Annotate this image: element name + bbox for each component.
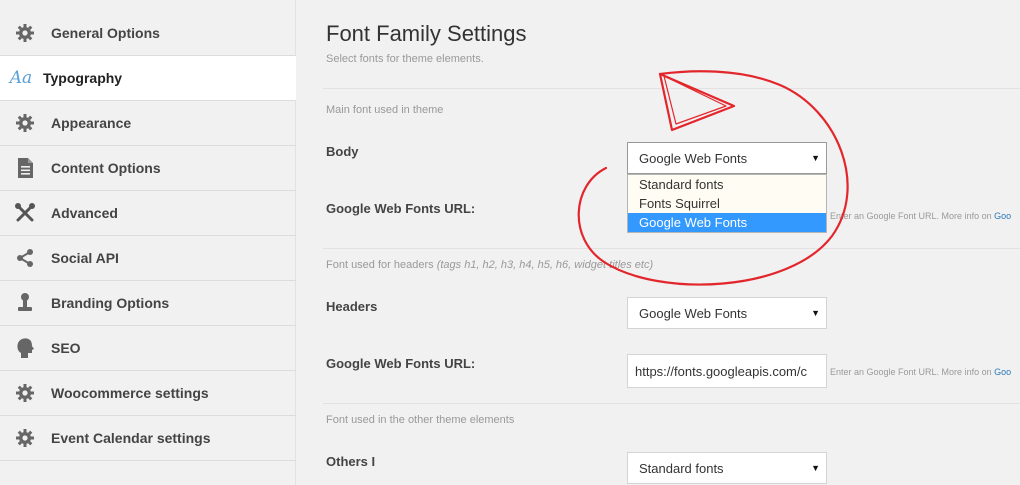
settings-sidebar: General Options Aa Typography Appearance…: [0, 0, 296, 485]
section-label-headers-font: Font used for headers (tags h1, h2, h3, …: [326, 259, 653, 271]
select-value: Google Web Fonts: [639, 150, 748, 166]
typography-aa-icon: Aa: [9, 68, 33, 88]
select-value: Standard fonts: [639, 460, 724, 476]
sidebar-item-event-calendar-settings[interactable]: Event Calendar settings: [0, 416, 296, 461]
body-google-url-label: Google Web Fonts URL:: [326, 201, 476, 216]
sidebar-item-social-api[interactable]: Social API: [0, 236, 296, 281]
dropdown-arrow-icon: ▼: [811, 463, 820, 473]
page-subtitle: Select fonts for theme elements.: [326, 53, 484, 65]
select-value: Google Web Fonts: [639, 305, 748, 321]
sidebar-item-label: Woocommerce settings: [51, 385, 209, 401]
sidebar-item-label: Advanced: [51, 205, 118, 221]
share-icon: [13, 246, 37, 270]
sidebar-item-branding-options[interactable]: Branding Options: [0, 281, 296, 326]
sidebar-item-label: Social API: [51, 250, 119, 266]
dropdown-arrow-icon: ▼: [811, 153, 820, 163]
gear-icon: [13, 21, 37, 45]
divider: [323, 88, 1020, 89]
sidebar-item-label: Typography: [43, 70, 123, 86]
sidebar-item-content-options[interactable]: Content Options: [0, 146, 296, 191]
body-url-hint: Enter an Google Font URL. More info on G…: [830, 211, 1011, 221]
divider: [323, 403, 1020, 404]
headers-font-select[interactable]: Google Web Fonts ▼: [627, 297, 827, 329]
page-title: Font Family Settings: [326, 21, 527, 46]
tools-icon: [13, 201, 37, 225]
body-font-dropdown-list: Standard fonts Fonts Squirrel Google Web…: [627, 174, 827, 233]
gear-icon: [13, 426, 37, 450]
google-fonts-link[interactable]: Goo: [994, 211, 1011, 221]
section-label-tags: (tags h1, h2, h3, h4, h5, h6, widget tit…: [436, 259, 654, 271]
gear-icon: [13, 381, 37, 405]
sidebar-item-general-options[interactable]: General Options: [0, 11, 296, 56]
sidebar-item-label: Event Calendar settings: [51, 430, 211, 446]
document-icon: [13, 156, 37, 180]
sidebar-item-seo[interactable]: SEO: [0, 326, 296, 371]
section-label-main-font: Main font used in theme: [326, 104, 444, 116]
others-font-select[interactable]: Standard fonts ▼: [627, 452, 827, 484]
dropdown-option-standard-fonts[interactable]: Standard fonts: [628, 175, 826, 194]
hint-text: Enter an Google Font URL. More info on: [830, 367, 992, 377]
sidebar-item-label: Branding Options: [51, 295, 170, 311]
dropdown-option-fonts-squirrel[interactable]: Fonts Squirrel: [628, 194, 826, 213]
dropdown-option-google-web-fonts[interactable]: Google Web Fonts: [628, 213, 826, 232]
sidebar-item-typography[interactable]: Aa Typography: [0, 56, 296, 101]
settings-content: Font Family Settings Select fonts for th…: [297, 0, 1020, 485]
section-label-text: Font used for headers: [326, 259, 434, 271]
headers-google-url-label: Google Web Fonts URL:: [326, 356, 476, 371]
sidebar-item-label: General Options: [51, 25, 160, 41]
dropdown-arrow-icon: ▼: [811, 308, 820, 318]
hint-text: Enter an Google Font URL. More info on: [830, 211, 992, 221]
sidebar-item-advanced[interactable]: Advanced: [0, 191, 296, 236]
stamp-icon: [13, 291, 37, 315]
sidebar-item-woocommerce-settings[interactable]: Woocommerce settings: [0, 371, 296, 416]
headers-font-label: Headers: [326, 299, 378, 314]
sidebar-item-label: Content Options: [51, 160, 161, 176]
headers-url-hint: Enter an Google Font URL. More info on G…: [830, 367, 1011, 377]
divider: [323, 248, 1020, 249]
others-font-label: Others I: [326, 454, 376, 469]
sidebar-item-label: Appearance: [51, 115, 132, 131]
gear-icon: [13, 111, 37, 135]
body-font-select[interactable]: Google Web Fonts ▼: [627, 142, 827, 174]
head-profile-icon: [13, 336, 37, 360]
headers-google-url-input[interactable]: https://fonts.googleapis.com/c: [627, 354, 827, 388]
sidebar-item-label: SEO: [51, 340, 81, 356]
google-fonts-link[interactable]: Goo: [994, 367, 1011, 377]
section-label-other-font: Font used in the other theme elements: [326, 414, 515, 426]
sidebar-item-appearance[interactable]: Appearance: [0, 101, 296, 146]
body-font-label: Body: [326, 144, 359, 159]
